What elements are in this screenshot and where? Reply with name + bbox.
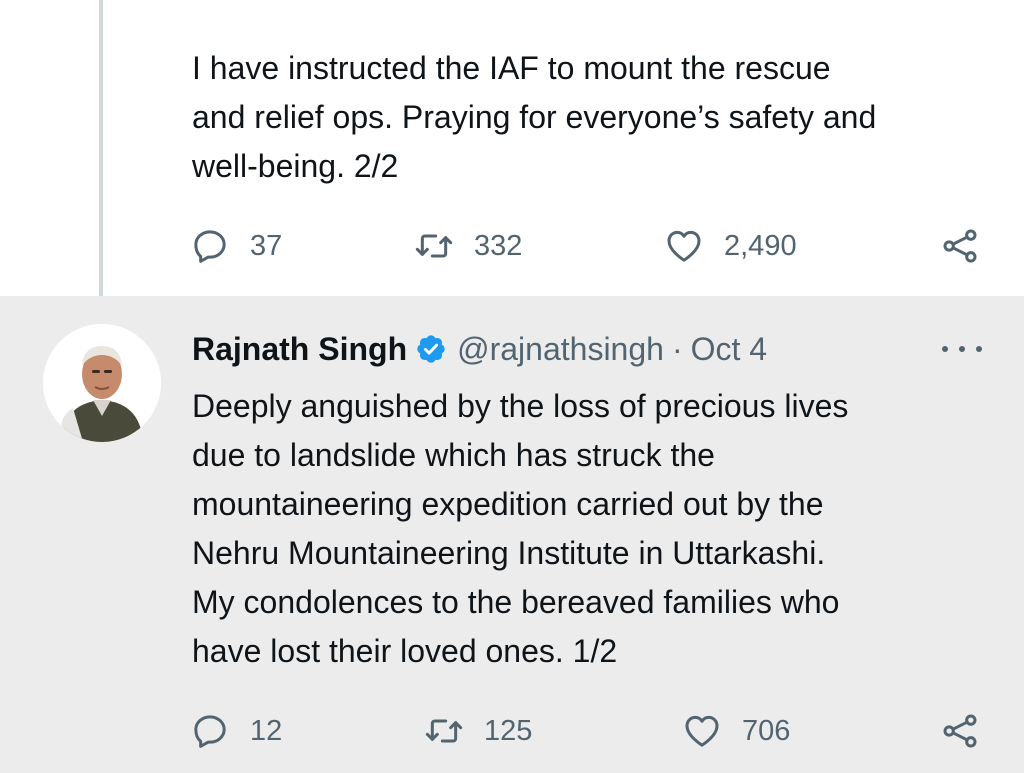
more-dot bbox=[942, 346, 948, 352]
like-count: 706 bbox=[742, 714, 791, 747]
avatar-image bbox=[43, 324, 161, 442]
verified-badge-icon bbox=[417, 335, 445, 363]
like-button[interactable]: 2,490 bbox=[664, 221, 797, 271]
heart-icon bbox=[667, 230, 701, 262]
retweet-count: 125 bbox=[484, 714, 533, 747]
tweet-action-bar: 12 125 706 bbox=[0, 706, 1024, 756]
share-icon bbox=[943, 229, 977, 263]
retweet-icon bbox=[425, 719, 463, 743]
reply-icon bbox=[194, 715, 226, 748]
tweet-author-header: Rajnath Singh @rajnathsingh · Oct 4 bbox=[192, 326, 767, 372]
share-button[interactable] bbox=[940, 221, 980, 271]
tweet-action-bar: 37 332 2,490 bbox=[0, 221, 1024, 271]
heart-icon bbox=[685, 715, 719, 747]
retweet-icon bbox=[415, 234, 453, 258]
avatar[interactable] bbox=[43, 324, 161, 442]
like-count: 2,490 bbox=[724, 229, 797, 262]
reply-count: 12 bbox=[250, 714, 283, 747]
reply-button[interactable]: 12 bbox=[190, 706, 282, 756]
like-button[interactable]: 706 bbox=[682, 706, 790, 756]
share-icon bbox=[943, 714, 977, 748]
retweet-button[interactable]: 332 bbox=[414, 221, 522, 271]
reply-count: 37 bbox=[250, 229, 283, 262]
tweet-text: Deeply anguished by the loss of precious… bbox=[192, 388, 849, 669]
more-dot bbox=[976, 346, 982, 352]
tweet-text: I have instructed the IAF to mount the r… bbox=[192, 50, 877, 184]
header-separator: · bbox=[671, 330, 683, 367]
reply-button[interactable]: 37 bbox=[190, 221, 282, 271]
retweet-button[interactable]: 125 bbox=[424, 706, 532, 756]
reply-icon bbox=[194, 230, 226, 263]
author-name[interactable]: Rajnath Singh bbox=[192, 331, 407, 368]
author-handle[interactable]: @rajnathsingh bbox=[457, 331, 664, 368]
tweet-date[interactable]: Oct 4 bbox=[691, 331, 767, 368]
more-dot bbox=[959, 346, 965, 352]
retweet-count: 332 bbox=[474, 229, 523, 262]
more-options-icon[interactable] bbox=[942, 336, 982, 362]
share-button[interactable] bbox=[940, 706, 980, 756]
